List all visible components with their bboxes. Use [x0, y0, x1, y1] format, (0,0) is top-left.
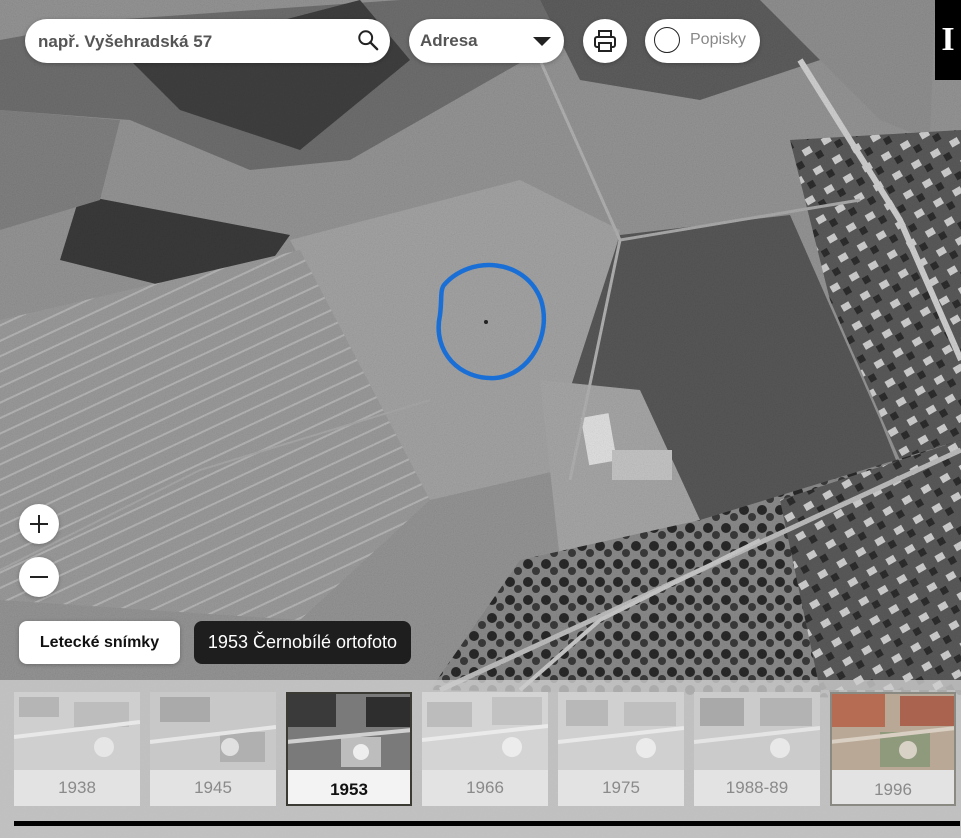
year-card-1966[interactable]: 1966	[422, 692, 548, 806]
year-label: 1996	[874, 780, 912, 799]
chevron-down-icon	[533, 37, 551, 46]
zoom-in-button[interactable]	[19, 504, 59, 544]
year-card-1953[interactable]: 1953	[286, 692, 412, 806]
circle-toggle-icon[interactable]	[654, 27, 680, 53]
year-label: 1966	[466, 778, 504, 797]
timeline-scrollbar[interactable]	[14, 821, 960, 826]
year-label: 1975	[602, 778, 640, 797]
year-label: 1945	[194, 778, 232, 797]
year-card-1938[interactable]: 1938	[14, 692, 140, 806]
labels-toggle-label: Popisky	[690, 31, 747, 48]
search-type-value: Adresa	[420, 31, 478, 50]
year-thumbnail	[422, 692, 548, 770]
search-type-select[interactable]: Adresa	[409, 19, 564, 63]
search-box[interactable]	[25, 19, 390, 65]
zoom-out-icon	[30, 576, 48, 578]
search-input[interactable]	[36, 19, 355, 65]
year-card-1988-89[interactable]: 1988-89	[694, 692, 820, 806]
year-thumbnail	[150, 692, 276, 770]
year-thumbnail	[558, 692, 684, 770]
year-label: 1938	[58, 778, 96, 797]
year-thumbnail	[14, 692, 140, 770]
year-thumbnail	[694, 692, 820, 770]
year-thumbnail	[288, 694, 410, 770]
year-thumbnail	[832, 694, 954, 770]
year-card-1975[interactable]: 1975	[558, 692, 684, 806]
info-button[interactable]: I	[935, 0, 961, 80]
zoom-out-button[interactable]	[19, 557, 59, 597]
year-label: 1988-89	[725, 778, 789, 797]
labels-toggle[interactable]: Popisky	[645, 19, 760, 63]
print-icon	[594, 30, 616, 52]
year-card-1945[interactable]: 1945	[150, 692, 276, 806]
current-layer-label: 1953 Černobílé ortofoto	[194, 621, 411, 664]
year-label: 1953	[330, 780, 368, 799]
search-icon[interactable]	[357, 29, 379, 51]
year-card-1996[interactable]: 1996	[830, 692, 956, 806]
print-button[interactable]	[583, 19, 627, 63]
aerial-photos-button[interactable]: Letecké snímky	[19, 621, 180, 664]
year-timeline: 1938 1945 1953 1966 1975 1988-89 1996	[0, 680, 961, 838]
zoom-in-icon	[30, 515, 48, 533]
